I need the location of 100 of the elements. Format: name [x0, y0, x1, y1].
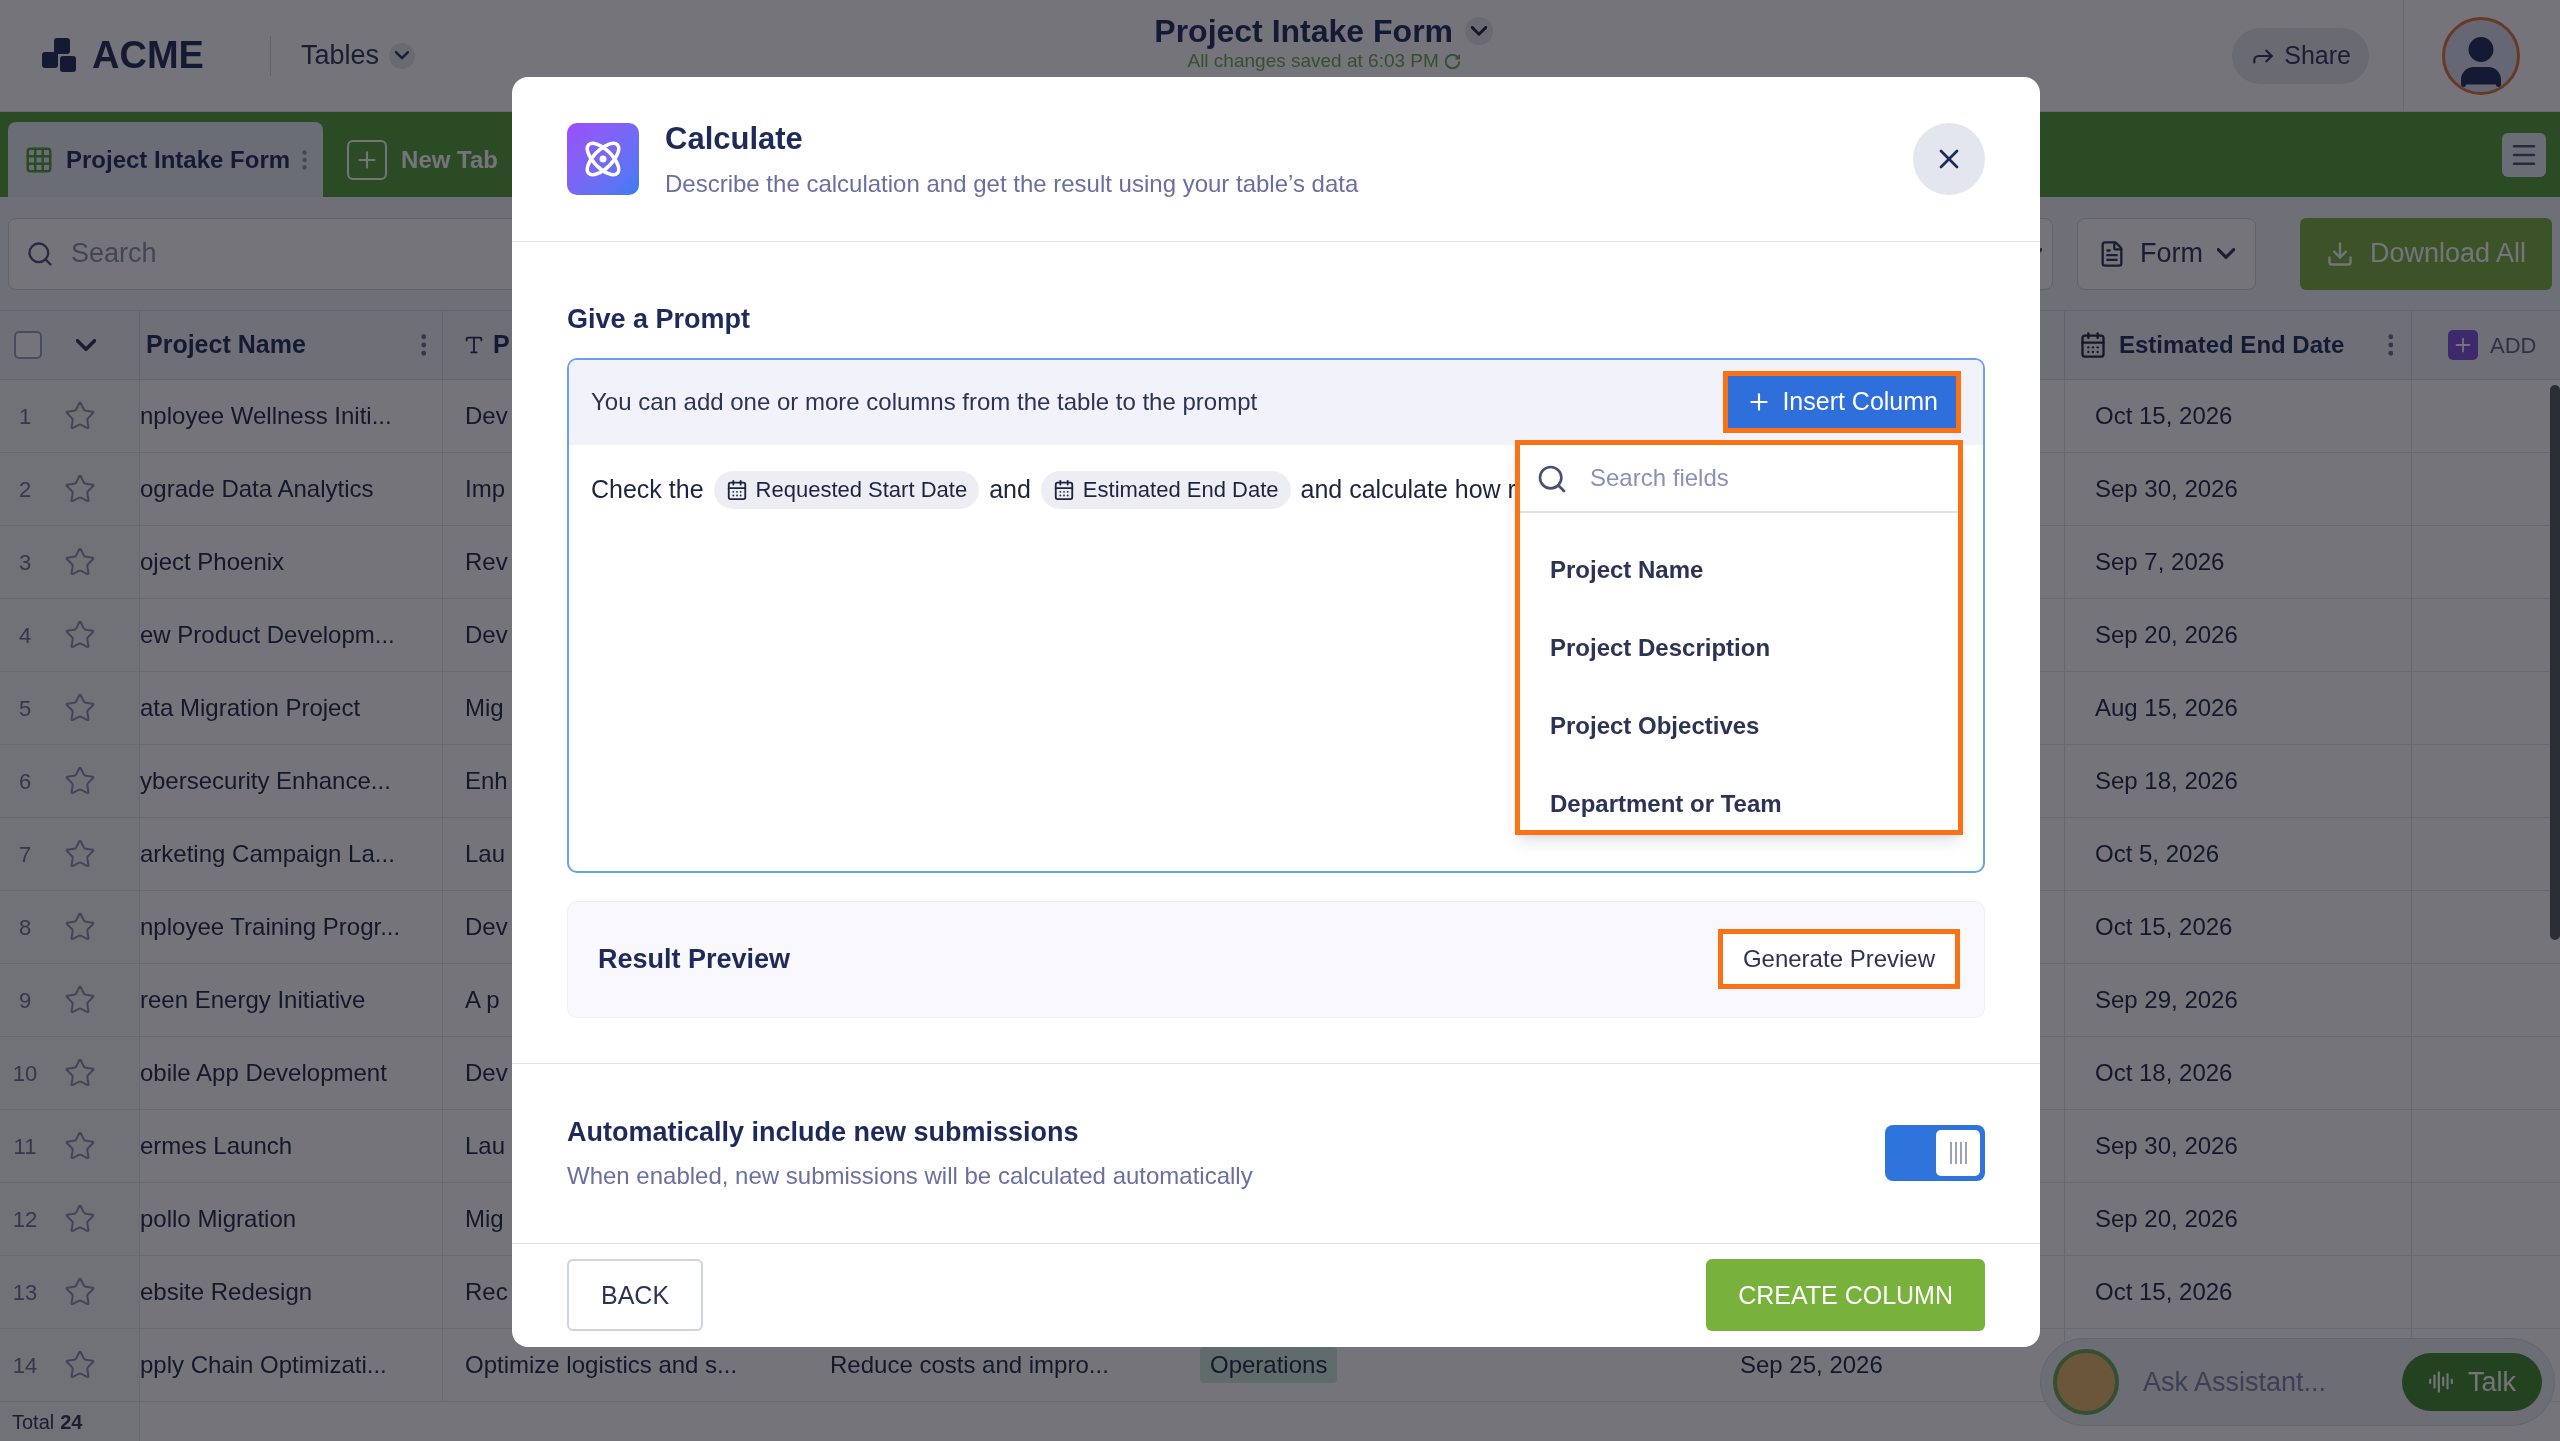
table-cell-text: Dev — [465, 620, 508, 650]
more-icon — [420, 334, 426, 356]
table-cell-text: ermes Launch — [140, 1131, 293, 1161]
create-column-button[interactable]: CREATE COLUMN — [1706, 1259, 1985, 1332]
table-cell-text: Enh — [465, 766, 508, 796]
table-cell-text: Dev — [465, 401, 508, 431]
column-header[interactable]: P — [493, 326, 510, 364]
table-cell-text: ebsite Redesign — [140, 1277, 313, 1307]
row-number: 8 — [17, 913, 33, 942]
star-icon[interactable] — [64, 1057, 96, 1089]
table-cell-text: Sep 25, 2026 — [1740, 1350, 1883, 1380]
row-number: 4 — [17, 621, 33, 650]
department-tag: Operations — [1200, 1347, 1338, 1383]
menu-button[interactable] — [2502, 133, 2546, 177]
row-number: 13 — [11, 1278, 39, 1307]
field-option[interactable]: Department or Team — [1520, 764, 1958, 843]
total-count: 24 — [60, 1409, 83, 1435]
tab[interactable]: Project Intake Form — [8, 122, 324, 197]
chevron-icon — [395, 51, 410, 60]
back-button[interactable]: BACK — [567, 1259, 704, 1332]
column-chip[interactable]: Estimated End Date — [1040, 470, 1291, 509]
refresh-icon — [1444, 53, 1460, 69]
audio-icon — [2428, 1369, 2454, 1395]
row-number: 3 — [17, 548, 33, 577]
star-icon[interactable] — [64, 1349, 96, 1381]
more-icon — [302, 149, 308, 170]
table-cell-text: A p — [465, 985, 500, 1015]
tab[interactable]: New Tab — [341, 122, 504, 197]
column-header[interactable]: Estimated End Date — [2119, 327, 2345, 363]
prompt-text: Check the — [591, 473, 704, 505]
table-cell-text: Mig — [465, 693, 504, 723]
table-cell-text: pply Chain Optimizati... — [140, 1350, 387, 1380]
table-cell-text: Sep 30, 2026 — [2095, 474, 2238, 504]
star-icon[interactable] — [64, 1276, 96, 1308]
field-option[interactable]: Project Description — [1520, 608, 1958, 687]
table-cell-text: ew Product Developm... — [140, 620, 395, 650]
row-number: 5 — [17, 694, 33, 723]
table-cell-text: Oct 18, 2026 — [2095, 1058, 2233, 1088]
star-icon[interactable] — [64, 1130, 96, 1162]
star-icon[interactable] — [64, 984, 96, 1016]
table-cell-text: nployee Wellness Initi... — [140, 401, 392, 431]
table-cell-text: Sep 30, 2026 — [2095, 1131, 2238, 1161]
scrollbar-thumb[interactable] — [2550, 385, 2560, 940]
table-cell-text: Mig — [465, 1204, 504, 1234]
table-cell-text: Sep 18, 2026 — [2095, 766, 2238, 796]
total-label: Total — [12, 1409, 55, 1435]
row-number: 2 — [17, 475, 33, 504]
insert-column-button[interactable]: Insert Column — [1723, 371, 1961, 433]
star-icon[interactable] — [64, 838, 96, 870]
table-cell-text: ograde Data Analytics — [140, 474, 374, 504]
save-status: All changes saved at 6:03 PM — [1187, 50, 1439, 72]
star-icon[interactable] — [64, 473, 96, 505]
calendar-icon — [2079, 331, 2107, 359]
generate-preview-button[interactable]: Generate Preview — [1717, 929, 1960, 989]
field-option[interactable]: Project Objectives — [1520, 686, 1958, 765]
chevron-icon — [76, 339, 96, 351]
star-icon[interactable] — [64, 765, 96, 797]
calculate-icon — [567, 123, 639, 195]
table-cell-text: ata Migration Project — [140, 693, 361, 723]
view-dropdown[interactable]: Form — [2076, 217, 2256, 290]
star-icon[interactable] — [64, 400, 96, 432]
column-chip[interactable]: Requested Start Date — [713, 470, 980, 509]
star-icon[interactable] — [64, 692, 96, 724]
star-icon[interactable] — [64, 546, 96, 578]
download-icon — [2325, 239, 2354, 268]
field-option[interactable]: Project Name — [1520, 530, 1958, 609]
talk-button[interactable]: Talk — [2402, 1353, 2542, 1411]
search-fields-input[interactable]: Search fields — [1520, 444, 1958, 513]
tables-menu[interactable]: Tables — [301, 35, 416, 76]
table-cell-text: Sep 20, 2026 — [2095, 1204, 2238, 1234]
text-type-icon — [463, 334, 485, 356]
select-all-checkbox[interactable] — [14, 331, 42, 359]
table-cell-text: Imp — [465, 474, 505, 504]
column-header[interactable]: Project Name — [146, 326, 306, 364]
table-cell-text: Oct 15, 2026 — [2095, 1277, 2233, 1307]
star-icon[interactable] — [64, 619, 96, 651]
prompt-text: and — [989, 473, 1031, 505]
add-column-button[interactable]: ADD — [2412, 311, 2560, 379]
table-cell-text: Oct 15, 2026 — [2095, 912, 2233, 942]
table-cell-text: obile App Development — [140, 1058, 387, 1088]
auto-include-switch[interactable] — [1885, 1125, 1985, 1181]
download-all-button[interactable]: Download All — [2299, 217, 2552, 290]
star-icon[interactable] — [64, 911, 96, 943]
table-cell-text: Sep 29, 2026 — [2095, 985, 2238, 1015]
prompt-box[interactable] — [567, 357, 1985, 873]
table-cell-text: arketing Campaign La... — [140, 839, 395, 869]
share-button[interactable]: Share — [2232, 27, 2369, 84]
table-cell-text: Dev — [465, 1058, 508, 1088]
logo-text: ACME — [92, 33, 204, 78]
star-icon[interactable] — [64, 1203, 96, 1235]
table-cell-text: pollo Migration — [140, 1204, 297, 1234]
table-cell-text: ybersecurity Enhance... — [140, 766, 391, 796]
table-cell-text: Sep 20, 2026 — [2095, 620, 2238, 650]
table-cell-text: Oct 15, 2026 — [2095, 401, 2233, 431]
table-cell-text: reen Energy Initiative — [140, 985, 366, 1015]
table-cell-text: Sep 7, 2026 — [2095, 547, 2225, 577]
auto-include-description: When enabled, new submissions will be calculated automatically — [567, 1161, 1254, 1192]
table-cell-text: Aug 15, 2026 — [2095, 693, 2238, 723]
calendar-icon — [725, 478, 748, 501]
table-cell-text: Optimize logistics and s... — [465, 1350, 738, 1380]
